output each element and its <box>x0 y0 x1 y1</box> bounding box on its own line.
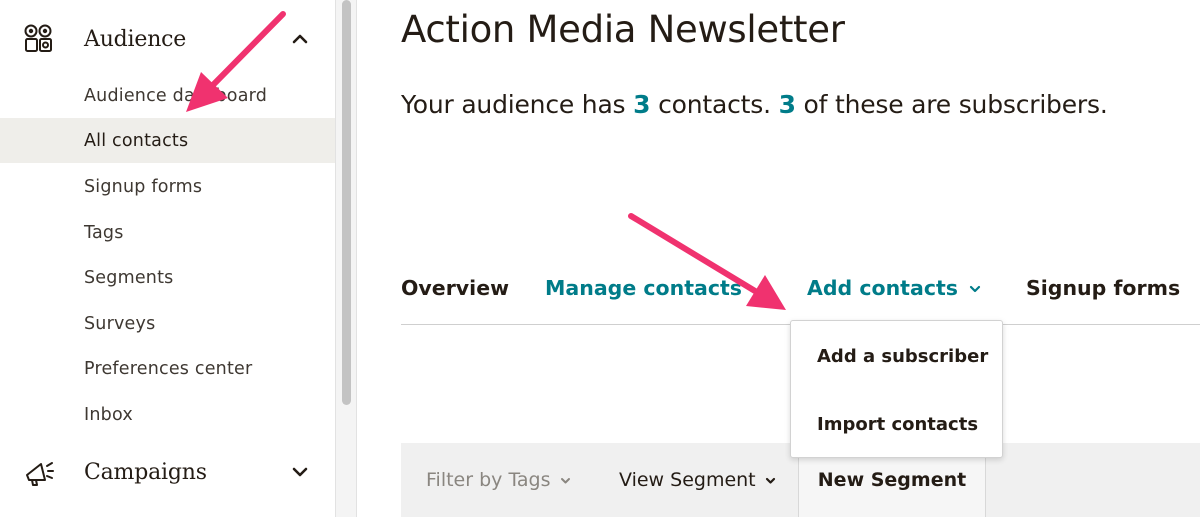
sidebar-item-label: Inbox <box>84 404 133 425</box>
sidebar-item-label: Tags <box>84 222 124 243</box>
scrollbar-thumb[interactable] <box>342 0 351 405</box>
filter-by-tags-dropdown[interactable]: Filter by Tags <box>426 443 572 517</box>
main-content: Action Media Newsletter Your audience ha… <box>357 0 1200 517</box>
menu-item-add-subscriber[interactable]: Add a subscriber <box>791 331 1002 381</box>
chevron-down-icon <box>560 477 570 483</box>
summary-suffix: of these are subscribers. <box>795 90 1108 119</box>
sidebar-item-label: Signup forms <box>84 176 203 197</box>
sidebar-item-segments[interactable]: Segments <box>0 255 335 300</box>
sidebar-scrollbar[interactable] <box>335 0 357 517</box>
filter-by-tags-label: Filter by Tags <box>426 469 551 491</box>
audience-summary: Your audience has 3 contacts. 3 of these… <box>401 90 1108 119</box>
sidebar: Audience Audience dashboard All contacts… <box>0 0 335 517</box>
summary-middle: contacts. <box>650 90 779 119</box>
tab-overview[interactable]: Overview <box>401 276 509 300</box>
sidebar-item-label: Audience dashboard <box>84 85 268 106</box>
chevron-down-icon <box>969 285 981 293</box>
sidebar-item-all-contacts[interactable]: All contacts <box>0 118 335 163</box>
tab-manage-contacts[interactable]: Manage contacts <box>545 276 742 300</box>
audience-icon <box>24 24 52 52</box>
contacts-count: 3 <box>633 90 651 119</box>
sidebar-item-label: Preferences center <box>84 358 253 379</box>
tab-signup-forms[interactable]: Signup forms <box>1026 276 1180 300</box>
chevron-down-icon[interactable] <box>290 462 310 482</box>
add-contacts-menu: Add a subscriber Import contacts <box>790 320 1003 458</box>
tab-add-contacts-label: Add contacts <box>807 276 958 300</box>
sidebar-item-surveys[interactable]: Surveys <box>0 301 335 346</box>
sidebar-item-audience-dashboard[interactable]: Audience dashboard <box>0 73 335 118</box>
tab-add-contacts[interactable]: Add contacts <box>807 276 982 300</box>
sidebar-section-label: Audience <box>84 26 187 52</box>
sidebar-item-tags[interactable]: Tags <box>0 210 335 255</box>
chevron-down-icon <box>765 477 775 484</box>
sidebar-section-campaigns[interactable]: Campaigns <box>0 442 335 502</box>
audience-tabs: Overview Manage contacts Add contacts Si… <box>401 272 1200 325</box>
subscribers-count: 3 <box>778 90 796 119</box>
sidebar-section-label: Campaigns <box>84 459 207 485</box>
page-title: Action Media Newsletter <box>401 8 845 51</box>
sidebar-item-label: Segments <box>84 267 174 288</box>
sidebar-item-signup-forms[interactable]: Signup forms <box>0 164 335 209</box>
megaphone-icon <box>26 462 54 486</box>
menu-item-import-contacts[interactable]: Import contacts <box>791 399 1002 449</box>
sidebar-item-label: All contacts <box>84 130 189 151</box>
sidebar-item-label: Surveys <box>84 313 156 334</box>
view-segment-dropdown[interactable]: View Segment <box>619 443 777 517</box>
sidebar-item-preferences-center[interactable]: Preferences center <box>0 346 335 391</box>
summary-prefix: Your audience has <box>401 90 634 119</box>
chevron-up-icon[interactable] <box>290 29 310 49</box>
menu-item-label: Add a subscriber <box>817 345 989 367</box>
sidebar-item-inbox[interactable]: Inbox <box>0 392 335 437</box>
menu-item-label: Import contacts <box>817 413 979 435</box>
view-segment-label: View Segment <box>619 469 756 491</box>
sidebar-section-audience[interactable]: Audience <box>0 9 335 69</box>
